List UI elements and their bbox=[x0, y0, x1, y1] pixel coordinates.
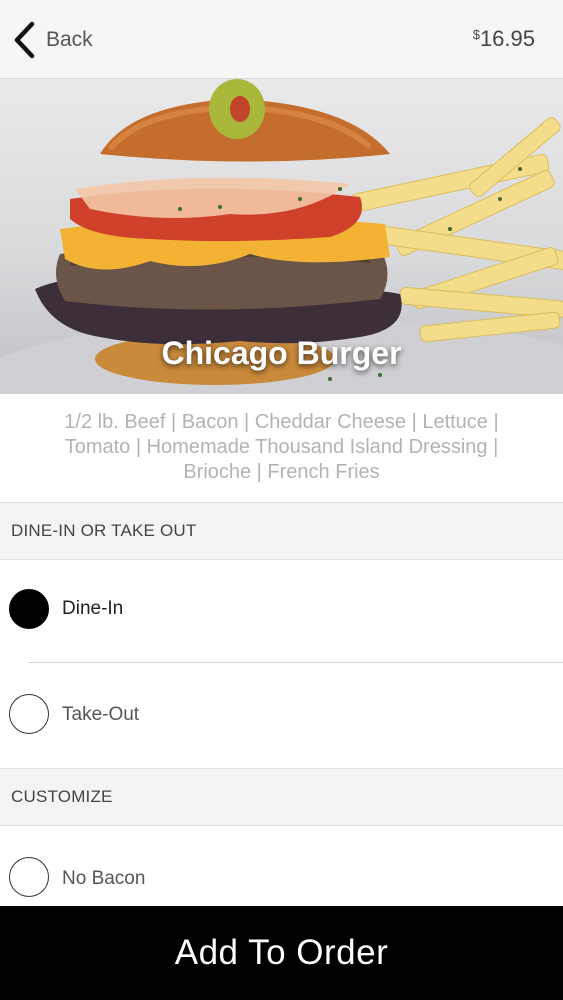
item-price: $16.95 bbox=[473, 26, 535, 52]
price-currency: $ bbox=[472, 27, 480, 42]
section-header-customize: CUSTOMIZE bbox=[0, 768, 563, 826]
back-button[interactable]: Back bbox=[12, 20, 93, 60]
option-no-bacon[interactable]: No Bacon bbox=[0, 826, 563, 906]
option-label: Take-Out bbox=[62, 704, 140, 725]
add-to-order-button[interactable]: Add To Order bbox=[0, 906, 563, 1000]
section-title: CUSTOMIZE bbox=[11, 787, 113, 806]
option-label: No Bacon bbox=[62, 868, 146, 889]
radio-unselected-icon[interactable] bbox=[9, 857, 49, 897]
add-to-order-label: Add To Order bbox=[174, 933, 389, 972]
radio-unselected-icon[interactable] bbox=[9, 694, 49, 734]
radio-selected-icon[interactable] bbox=[9, 589, 49, 629]
option-label: Dine-In bbox=[62, 598, 124, 619]
back-label: Back bbox=[46, 28, 93, 51]
option-dine-in[interactable]: Dine-In bbox=[0, 558, 563, 662]
option-take-out[interactable]: Take-Out bbox=[0, 663, 563, 767]
item-description: 1/2 lb. Beef | Bacon | Cheddar Cheese | … bbox=[64, 411, 499, 483]
chevron-left-icon bbox=[14, 21, 35, 59]
section-header-dine-in-or-take-out: DINE-IN OR TAKE OUT bbox=[0, 502, 563, 560]
top-bar: Back $16.95 bbox=[0, 0, 563, 79]
price-amount: 16.95 bbox=[479, 26, 535, 51]
item-title: Chicago Burger bbox=[161, 335, 402, 371]
section-title: DINE-IN OR TAKE OUT bbox=[11, 521, 197, 540]
item-photo: Chicago Burger bbox=[0, 79, 563, 394]
